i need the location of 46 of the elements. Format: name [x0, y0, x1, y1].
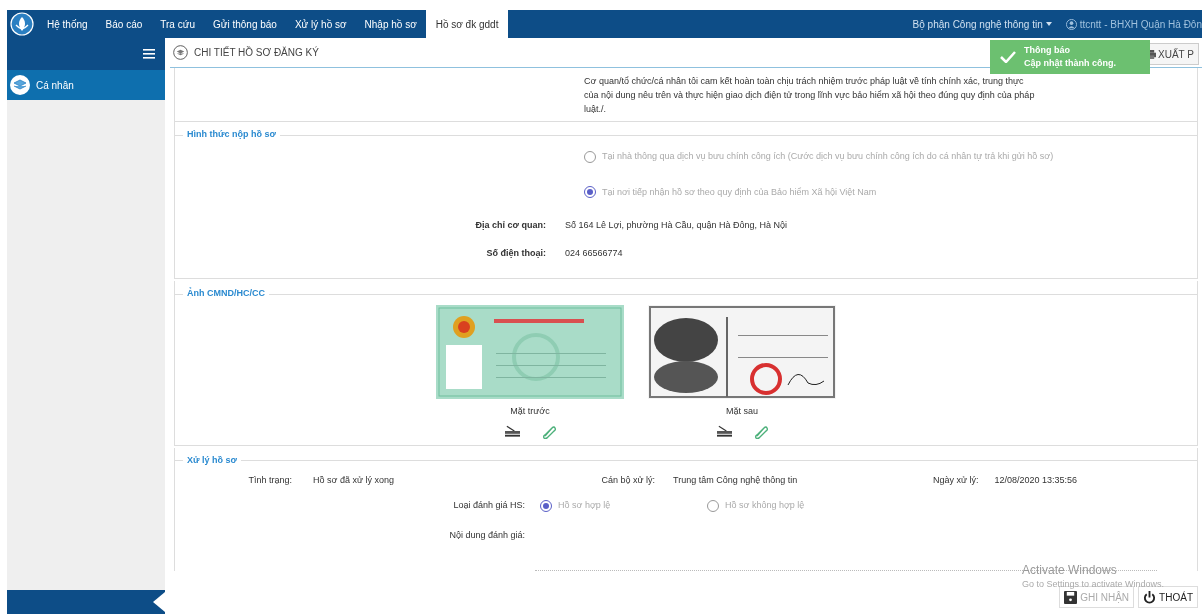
commitment-text: Cơ quan/tổ chức/cá nhân tôi cam kết hoàn toàn chịu trách nhiệm trước pháp luật về tính chính xác, trung thực của nội dung nêu trên và thực hiện giao dịch điện tử trong lĩnh vực bảo hiểm xã hội theo đúng quy định của pháp luật./.: [584, 74, 1036, 116]
user-icon: [1065, 18, 1077, 30]
paperclip-icon[interactable]: [541, 424, 556, 439]
page-title: CHI TIẾT HỒ SƠ ĐĂNG KÝ: [194, 45, 319, 60]
nav-tab[interactable]: Hồ sơ đk gddt: [425, 10, 509, 38]
section-legend: Xử lý hồ sơ: [183, 453, 241, 468]
section-legend: Ảnh CMND/HC/CC: [183, 287, 269, 301]
department-menu[interactable]: Bộ phận Công nghệ thông tin: [912, 16, 1043, 32]
field-value: 12/08/2020 13:35:56: [994, 473, 1078, 487]
nav-tab[interactable]: Tra cứu: [151, 10, 204, 38]
sidebar-item[interactable]: Cá nhân: [7, 70, 165, 100]
field-label: Loại đánh giá HS:: [452, 499, 525, 512]
nav-tab[interactable]: Gửi thông báo: [203, 10, 286, 38]
paperclip-icon[interactable]: [753, 424, 768, 439]
nav-tab[interactable]: Hệ thống: [38, 10, 97, 38]
disk-icon: [173, 45, 188, 60]
field-value: 024 66566774: [565, 246, 623, 260]
scanner-icon[interactable]: [504, 424, 520, 437]
field-label: Cán bộ xử lý:: [600, 473, 655, 487]
logo-icon: [10, 12, 34, 36]
user-name[interactable]: ttcntt - BHXH Quận Hà Đôn: [1079, 16, 1202, 32]
photo-caption: Mặt sau: [726, 405, 758, 418]
save-icon: [1064, 590, 1078, 604]
scanner-icon[interactable]: [716, 424, 732, 437]
section-legend: Hình thức nộp hồ sơ: [183, 128, 280, 142]
check-icon: [1000, 51, 1016, 63]
menu-icon[interactable]: [143, 49, 155, 59]
nav-tab[interactable]: Báo cáo: [96, 10, 152, 38]
field-value: Số 164 Lê Lợi, phường Hà Cầu, quận Hà Đông, Hà Nội: [565, 219, 787, 232]
stack-icon: [10, 75, 30, 95]
field-label: Số điện thoại:: [485, 246, 547, 260]
field-value: Trung tâm Công nghệ thông tin: [673, 473, 799, 487]
nav-tab[interactable]: Xử lý hồ sơ: [285, 10, 356, 38]
exit-button[interactable]: THOÁT: [1138, 586, 1198, 608]
nav-tab[interactable]: Nhập hồ sơ: [355, 10, 426, 38]
field-label: Địa chỉ cơ quan:: [474, 219, 547, 232]
activation-notice-title: Activate Windows: [1022, 563, 1118, 578]
field-label: Ngày xử lý:: [933, 473, 979, 487]
power-icon: [1143, 590, 1157, 604]
toast-title: Thông báo: [1024, 43, 1071, 57]
photo-caption: Mặt trước: [510, 405, 550, 418]
field-label: Nội dung đánh giá:: [448, 528, 525, 542]
caret-icon[interactable]: [1045, 22, 1052, 26]
field-value: Hồ sơ đã xử lý xong: [313, 473, 395, 487]
field-label: Tình trạng:: [247, 473, 292, 487]
toast-message: Cập nhật thành công.: [1024, 57, 1116, 70]
